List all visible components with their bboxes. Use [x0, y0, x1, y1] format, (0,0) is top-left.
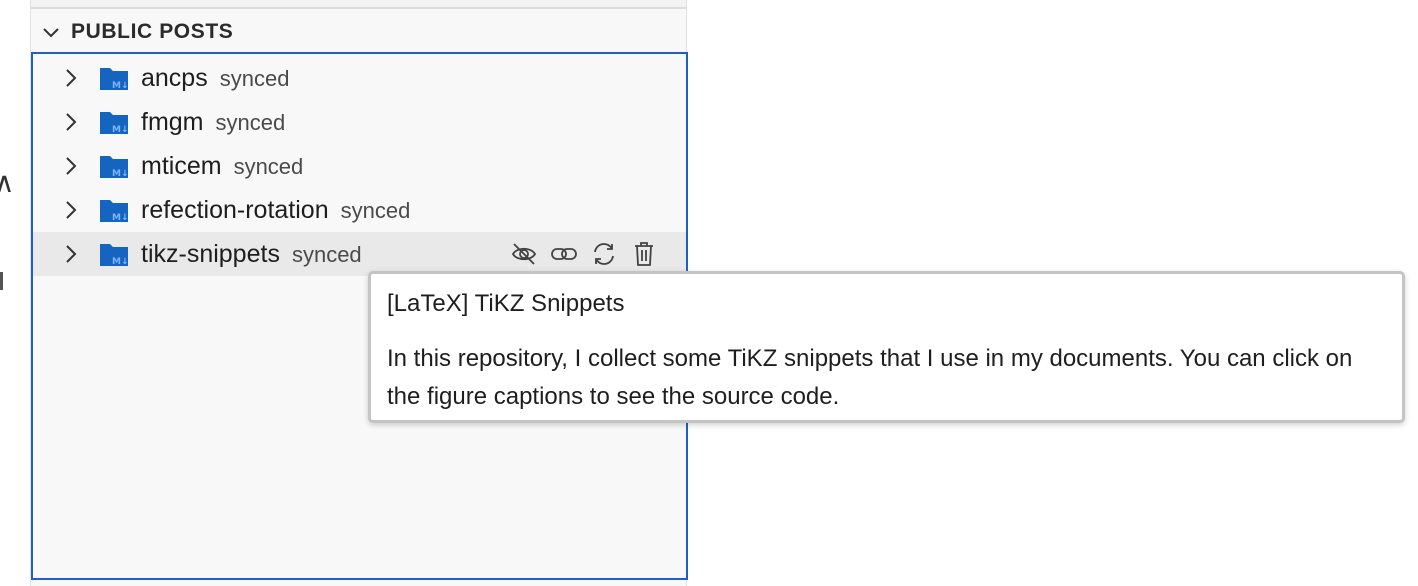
svg-text:M↓: M↓ [112, 81, 129, 91]
hover-tooltip: [LaTeX] TiKZ Snippets In this repository… [368, 271, 1405, 423]
sync-status: synced [291, 241, 362, 267]
link-icon[interactable] [549, 239, 579, 269]
chevron-right-icon[interactable] [60, 155, 82, 177]
sync-status: synced [233, 153, 304, 179]
tree-item-tikz-snippets[interactable]: M↓ tikz-snippets synced [33, 232, 686, 276]
editor-edge-glyph: ∧ [0, 166, 15, 199]
row-action-bar [509, 232, 659, 276]
screen: · ∧ PUBLIC POSTS M↓ ancpssynced [0, 0, 1418, 586]
section-title: PUBLIC POSTS [71, 20, 234, 43]
tooltip-title: [LaTeX] TiKZ Snippets [387, 290, 625, 317]
tree-item-label: refection-rotation synced [141, 195, 411, 224]
tree-item-label: tikz-snippets synced [141, 239, 362, 268]
markdown-folder-icon: M↓ [100, 68, 129, 91]
editor-edge-glyph: · [0, 68, 3, 101]
sync-status: synced [215, 109, 286, 135]
chevron-down-icon [39, 20, 63, 44]
tree-item-label: fmgm synced [141, 107, 286, 136]
panel-divider [31, 0, 686, 9]
editor-edge-mark [0, 272, 3, 290]
svg-text:M↓: M↓ [112, 257, 129, 267]
svg-text:M↓: M↓ [112, 125, 129, 135]
sync-icon[interactable] [589, 239, 619, 269]
chevron-right-icon[interactable] [60, 243, 82, 265]
tree-item-label: ancps synced [141, 63, 290, 92]
chevron-right-icon[interactable] [60, 199, 82, 221]
markdown-folder-icon: M↓ [100, 244, 129, 267]
eye-off-icon[interactable] [509, 239, 539, 269]
markdown-folder-icon: M↓ [100, 200, 129, 223]
sync-status: synced [219, 65, 290, 91]
tree-item-refection-rotation[interactable]: M↓ refection-rotation synced [33, 188, 686, 232]
chevron-right-icon[interactable] [60, 111, 82, 133]
trash-icon[interactable] [629, 239, 659, 269]
tree-item-ancps[interactable]: M↓ ancps synced [33, 56, 686, 100]
chevron-right-icon[interactable] [60, 67, 82, 89]
markdown-folder-icon: M↓ [100, 156, 129, 179]
sync-status: synced [340, 197, 411, 223]
svg-text:M↓: M↓ [112, 213, 129, 223]
section-header-public-posts[interactable]: PUBLIC POSTS [31, 12, 686, 52]
markdown-folder-icon: M↓ [100, 112, 129, 135]
tree-item-label: mticem synced [141, 151, 304, 180]
svg-text:M↓: M↓ [112, 169, 129, 179]
tree-item-fmgm[interactable]: M↓ fmgm synced [33, 100, 686, 144]
tooltip-body: In this repository, I collect some TiKZ … [387, 345, 1353, 410]
tree-item-mticem[interactable]: M↓ mticem synced [33, 144, 686, 188]
